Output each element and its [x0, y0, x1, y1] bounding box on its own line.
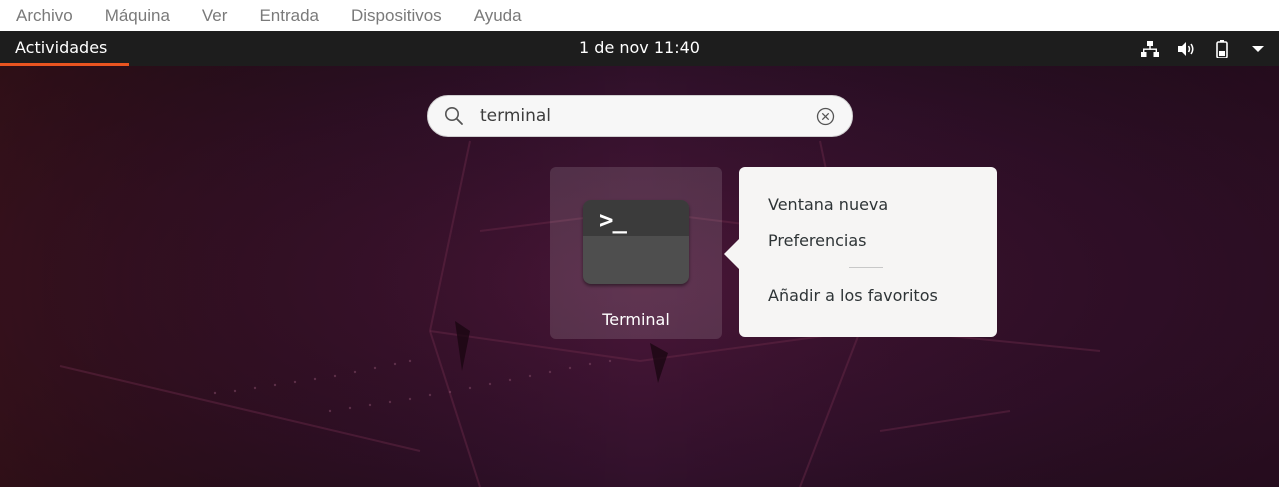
volume-icon [1175, 38, 1197, 60]
menu-archivo[interactable]: Archivo [16, 0, 73, 31]
app-result-terminal[interactable]: >_ Terminal [550, 167, 722, 339]
terminal-prompt-glyph: >_ [599, 206, 627, 234]
menu-maquina[interactable]: Máquina [105, 0, 170, 31]
search-entry[interactable] [427, 95, 853, 137]
menu-ver[interactable]: Ver [202, 0, 228, 31]
search-icon [444, 106, 464, 126]
terminal-icon: >_ [583, 200, 689, 284]
clear-search-icon[interactable] [816, 107, 835, 126]
search-input[interactable] [480, 102, 800, 130]
menu-separator [849, 267, 883, 268]
system-status-area[interactable] [1139, 31, 1269, 66]
menu-entrada[interactable]: Entrada [259, 0, 319, 31]
system-menu-arrow-icon [1247, 38, 1269, 60]
menu-item-add-favorites[interactable]: Añadir a los favoritos [739, 282, 997, 318]
battery-icon [1211, 38, 1233, 60]
app-context-menu: Ventana nueva Preferencias Añadir a los … [739, 167, 997, 337]
activities-button[interactable]: Actividades [0, 31, 129, 66]
app-result-label: Terminal [602, 310, 670, 329]
menu-item-new-window[interactable]: Ventana nueva [739, 191, 997, 227]
host-menubar: Archivo Máquina Ver Entrada Dispositivos… [0, 0, 1281, 31]
guest-screen: Actividades 1 de nov 11:40 terminal >_ T… [0, 31, 1279, 487]
clock-label[interactable]: 1 de nov 11:40 [579, 38, 700, 57]
network-icon [1139, 38, 1161, 60]
gnome-top-bar: Actividades 1 de nov 11:40 [0, 31, 1279, 66]
context-menu-arrow [724, 238, 740, 270]
menu-dispositivos[interactable]: Dispositivos [351, 0, 442, 31]
menu-ayuda[interactable]: Ayuda [474, 0, 522, 31]
menu-item-preferences[interactable]: Preferencias [739, 227, 997, 263]
clock: 1 de nov 11:40 [0, 31, 1279, 66]
